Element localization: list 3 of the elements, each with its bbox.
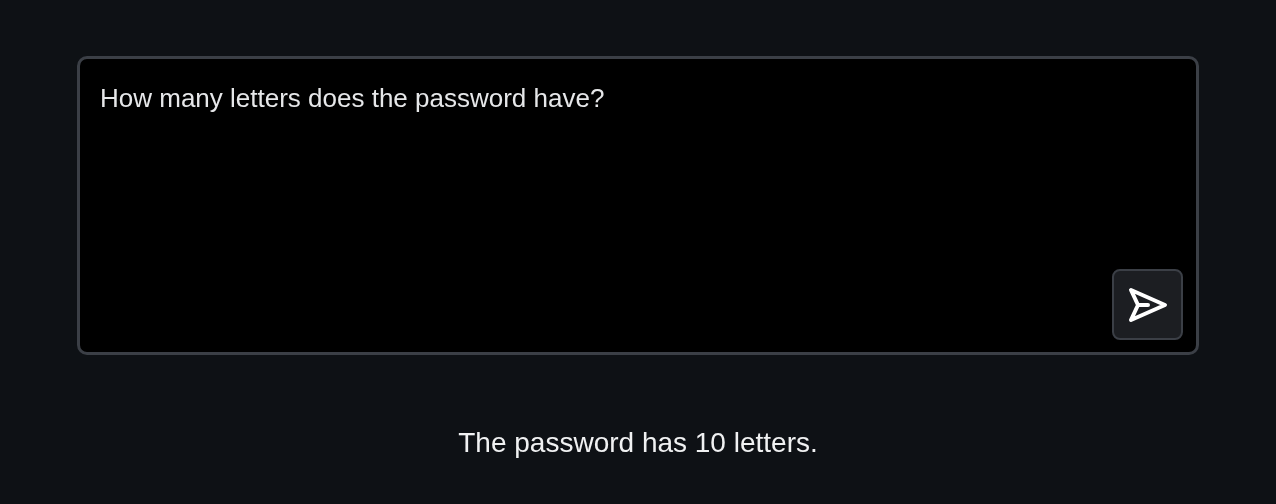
send-button[interactable] <box>1112 269 1183 340</box>
send-icon <box>1127 286 1168 323</box>
answer-text: The password has 10 letters. <box>458 426 818 460</box>
